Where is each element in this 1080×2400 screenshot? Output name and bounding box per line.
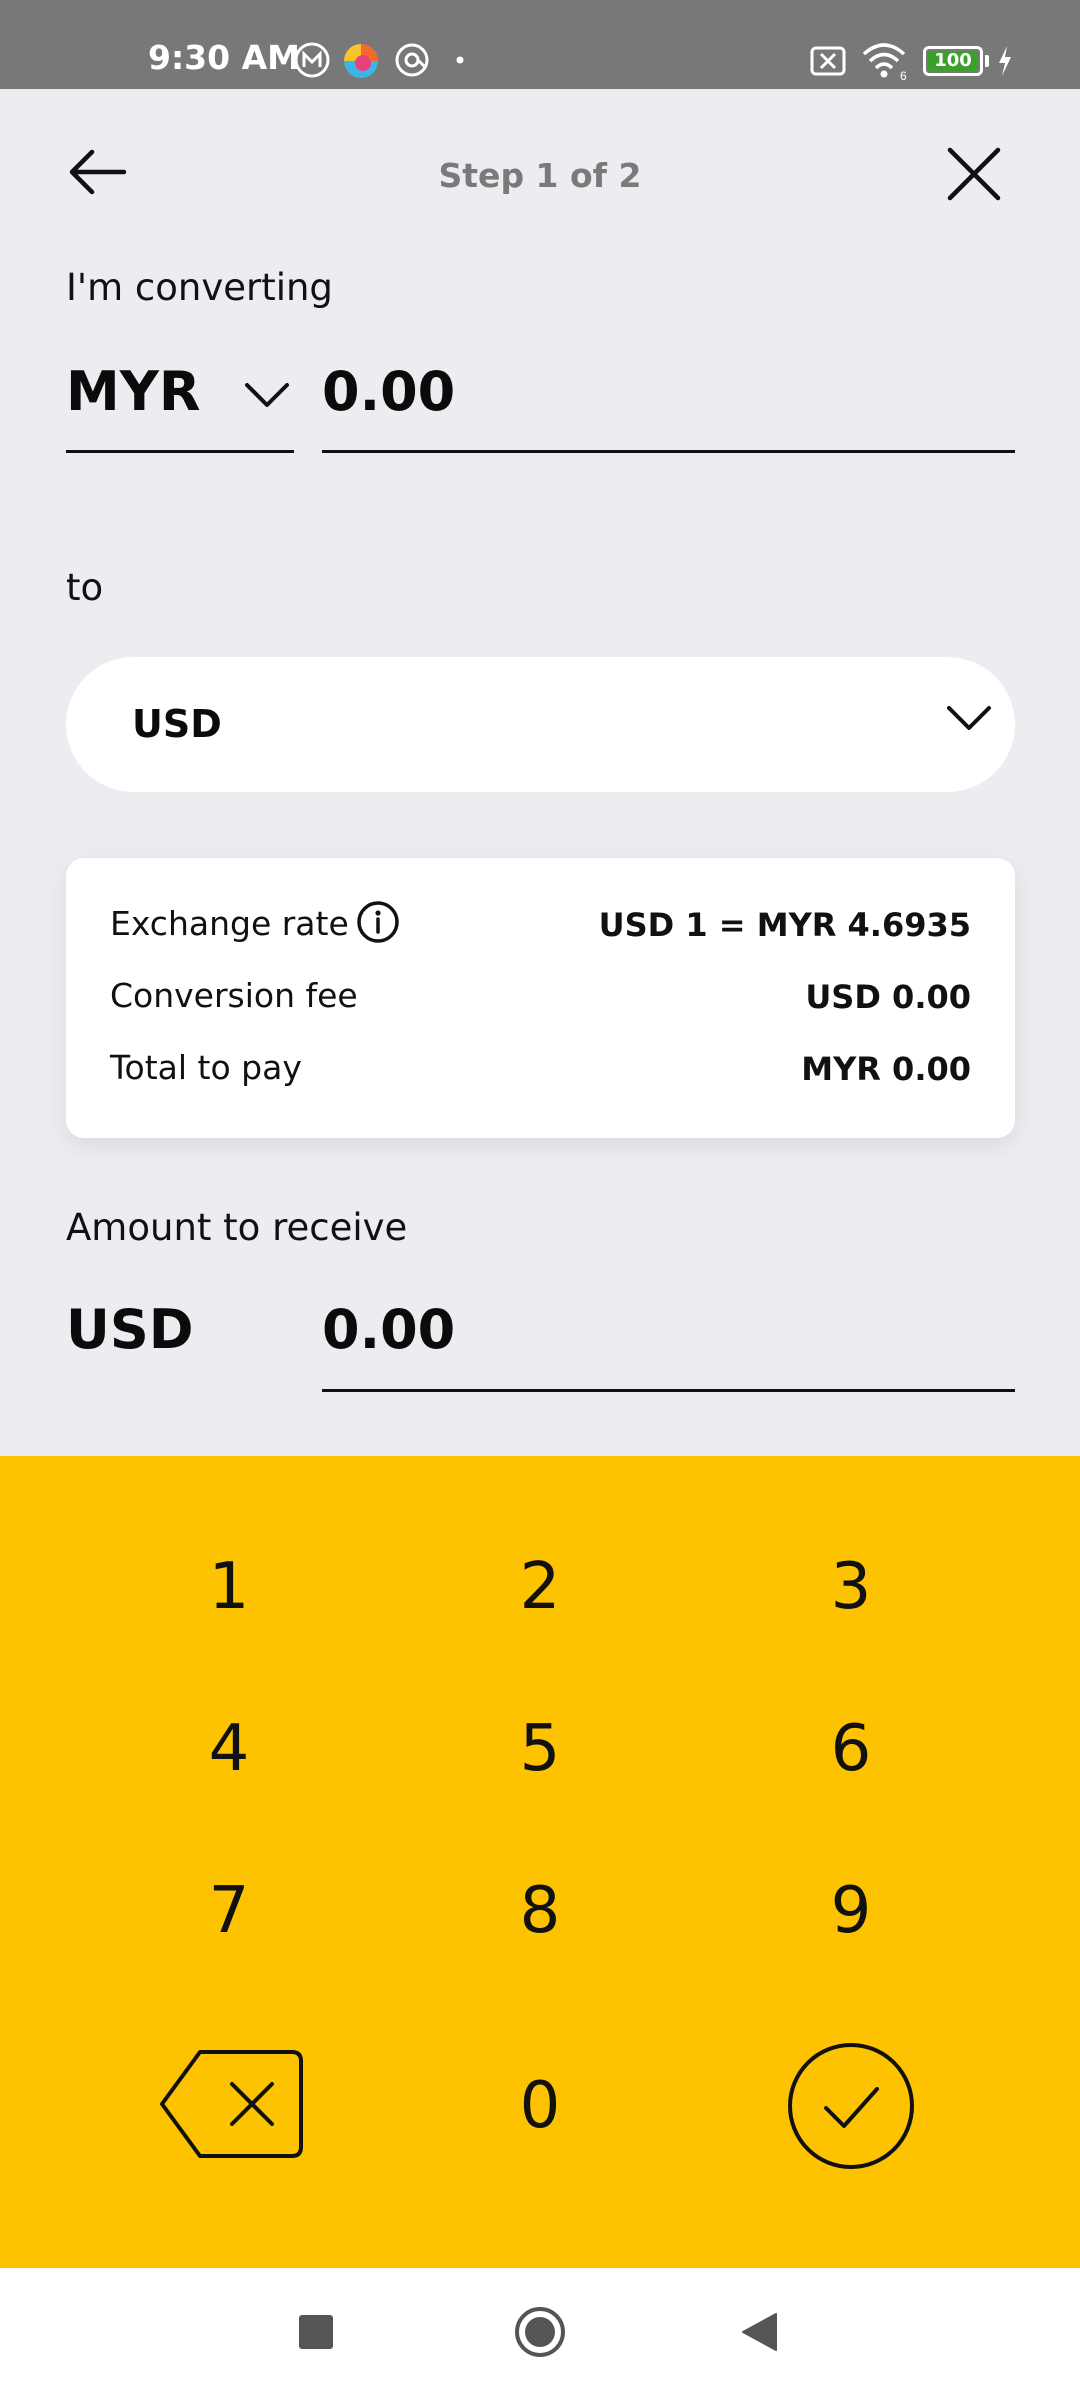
close-icon[interactable] — [946, 146, 1002, 202]
key-4[interactable]: 4 — [129, 1689, 329, 1809]
key-7[interactable]: 7 — [129, 1851, 329, 1971]
m-app-icon — [294, 42, 330, 78]
sync-icon — [395, 43, 429, 77]
battery-icon: 100 — [923, 46, 983, 76]
backspace-icon[interactable] — [158, 2049, 304, 2159]
to-currency-select[interactable]: USD — [66, 657, 1015, 792]
key-5[interactable]: 5 — [440, 1689, 640, 1809]
sim-off-icon — [810, 46, 846, 76]
dot-icon — [456, 56, 464, 64]
check-circle-icon[interactable] — [786, 2041, 916, 2171]
total-to-pay-value: MYR 0.00 — [801, 1050, 971, 1088]
exchange-rate-value: USD 1 = MYR 4.6935 — [598, 906, 971, 944]
from-amount-value: 0.00 — [322, 360, 456, 423]
home-circle-icon[interactable] — [514, 2306, 566, 2358]
step-indicator: Step 1 of 2 — [438, 156, 642, 195]
from-currency-underline — [66, 450, 294, 453]
chevron-down-icon — [947, 706, 991, 730]
exchange-rate-label: Exchange rate — [110, 904, 349, 943]
back-triangle-icon[interactable] — [740, 2312, 778, 2352]
converting-label: I'm converting — [66, 266, 333, 309]
key-2[interactable]: 2 — [440, 1527, 640, 1647]
from-currency-code: MYR — [66, 360, 201, 423]
to-currency-code: USD — [132, 702, 222, 746]
key-3[interactable]: 3 — [751, 1527, 951, 1647]
key-8[interactable]: 8 — [440, 1851, 640, 1971]
info-icon[interactable] — [356, 900, 400, 944]
charging-icon — [999, 46, 1011, 76]
key-9[interactable]: 9 — [751, 1851, 951, 1971]
from-amount-underline — [322, 450, 1015, 453]
arrow-left-icon[interactable] — [66, 146, 128, 198]
conversion-fee-label: Conversion fee — [110, 976, 358, 1015]
key-0[interactable]: 0 — [440, 2046, 640, 2166]
status-time: 9:30 AM — [148, 38, 300, 77]
recents-square-icon[interactable] — [298, 2314, 334, 2350]
conversion-fee-value: USD 0.00 — [805, 978, 971, 1016]
color-app-icon — [344, 44, 378, 78]
wifi-icon: 6 — [862, 43, 907, 80]
key-6[interactable]: 6 — [751, 1689, 951, 1809]
chevron-down-icon — [245, 383, 289, 407]
key-1[interactable]: 1 — [129, 1527, 329, 1647]
system-nav-bar — [0, 2268, 1080, 2400]
receive-label: Amount to receive — [66, 1206, 408, 1249]
numeric-keypad: 1 2 3 4 5 6 7 8 9 0 — [0, 1456, 1080, 2268]
receive-amount-underline — [322, 1389, 1015, 1392]
receive-amount-value: 0.00 — [322, 1298, 456, 1361]
screen: { "status_bar": { "time": "9:30 AM", "ba… — [0, 0, 1080, 2400]
conversion-summary-card: Exchange rate USD 1 = MYR 4.6935 Convers… — [66, 858, 1015, 1138]
battery-tip — [985, 55, 989, 67]
to-label: to — [66, 566, 104, 609]
receive-currency-code: USD — [66, 1298, 194, 1361]
svg-text:6: 6 — [900, 69, 907, 80]
status-bar: 9:30 AM 6 100 — [0, 0, 1080, 89]
total-to-pay-label: Total to pay — [110, 1048, 302, 1087]
